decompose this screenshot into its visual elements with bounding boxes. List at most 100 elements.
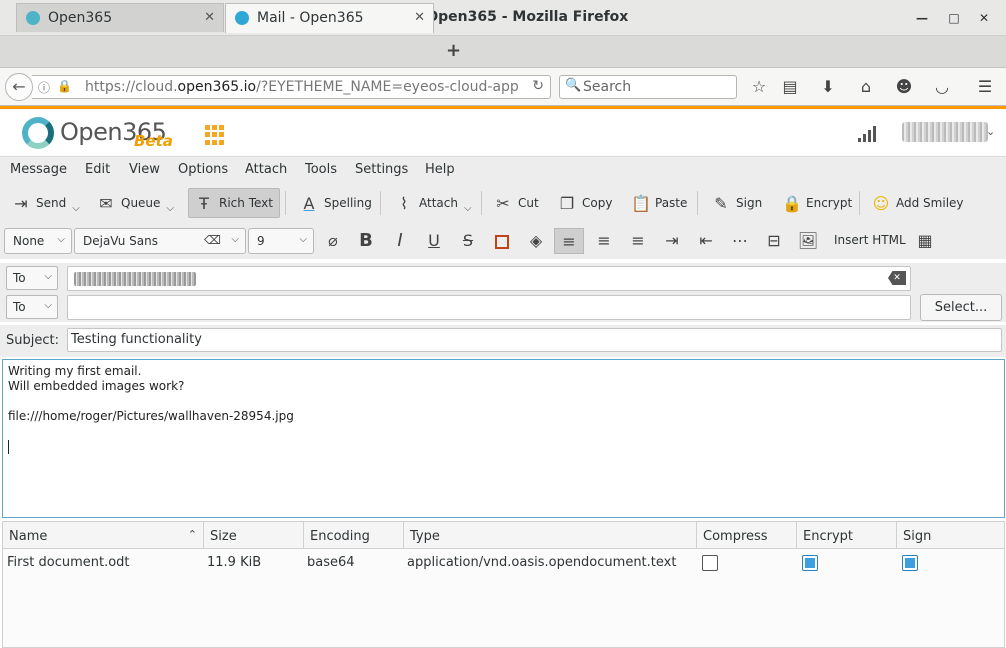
indent-icon[interactable]: ⇥ <box>657 228 687 254</box>
select-recipients-button[interactable]: Select... <box>920 294 1002 321</box>
column-header-size[interactable]: Size <box>204 522 304 549</box>
search-input[interactable]: 🔍 Search <box>559 75 737 99</box>
insert-table-icon[interactable]: ▦ <box>910 228 940 254</box>
paste-button[interactable]: 📋 Paste <box>625 188 693 218</box>
rich-text-button[interactable]: Ŧ Rich Text <box>188 188 280 218</box>
column-header-encrypt[interactable]: Encrypt <box>797 522 897 549</box>
nav-bar: ⓘ 🔒 https://cloud.open365.io/?EYETHEME_N… <box>0 68 1006 106</box>
reload-icon[interactable]: ↻ <box>532 78 544 94</box>
column-header-sign[interactable]: Sign <box>897 522 1006 549</box>
subject-input[interactable]: Testing functionality <box>67 328 1002 352</box>
column-header-name[interactable]: Name ⌃ <box>3 522 204 549</box>
align-left-icon[interactable]: ≡ <box>554 228 584 254</box>
menu-edit[interactable]: Edit <box>85 162 110 177</box>
encrypt-label: Encrypt <box>806 196 853 210</box>
tab-close-icon[interactable]: ✕ <box>204 10 215 25</box>
info-icon[interactable]: ⓘ <box>38 79 50 96</box>
add-smiley-button[interactable]: ☺ Add Smiley <box>866 188 970 218</box>
insert-image-icon[interactable]: 🖼 <box>793 228 823 254</box>
encrypt-button[interactable]: 🔒 Encrypt <box>776 188 858 218</box>
hello-icon[interactable]: ☻ <box>894 77 914 97</box>
align-right-icon[interactable]: ≡ <box>623 228 653 254</box>
toolbar-separator <box>285 191 286 215</box>
bookmark-star-icon[interactable]: ☆ <box>749 77 769 97</box>
close-window-icon[interactable]: ✕ <box>976 10 992 26</box>
recipient-input[interactable]: ✕ <box>67 266 911 291</box>
downloads-icon[interactable]: ⬇ <box>818 77 838 97</box>
paragraph-style-select[interactable]: None ⌵ <box>4 228 72 254</box>
menu-attach[interactable]: Attach <box>245 162 287 177</box>
underline-icon[interactable]: U <box>419 228 449 254</box>
spelling-button[interactable]: A Spelling <box>294 188 378 218</box>
outdent-icon[interactable]: ⇤ <box>691 228 721 254</box>
column-header-type[interactable]: Type <box>404 522 697 549</box>
insert-link-icon[interactable]: ⊟ <box>759 228 789 254</box>
menu-help[interactable]: Help <box>425 162 455 177</box>
insert-html-button[interactable]: Insert HTML <box>834 233 906 247</box>
menu-view[interactable]: View <box>129 162 160 177</box>
queue-button[interactable]: ✉ Queue ⌵ <box>91 188 180 218</box>
hamburger-menu-icon[interactable]: ☰ <box>975 77 995 97</box>
clear-format-icon[interactable]: ⌀ <box>318 228 348 254</box>
pocket-icon[interactable]: ◡ <box>932 77 952 97</box>
bold-icon[interactable]: B <box>351 228 381 254</box>
lock-icon[interactable]: 🔒 <box>57 79 72 93</box>
tab-mail[interactable]: Mail - Open365 ✕ <box>225 3 434 33</box>
bookmarks-list-icon[interactable]: ▤ <box>780 77 800 97</box>
back-button[interactable]: ← <box>5 73 33 101</box>
attachment-type: application/vnd.oasis.opendocument.text <box>407 555 677 570</box>
apps-grid-icon[interactable] <box>205 125 225 145</box>
text-color-icon[interactable] <box>487 228 517 254</box>
send-button[interactable]: ⇥ Send ⌵ <box>6 188 86 218</box>
highlight-color-icon[interactable]: ◈ <box>521 228 551 254</box>
body-line: Writing my first email. <box>8 364 142 378</box>
chevron-down-icon[interactable]: ⌵ <box>72 203 80 214</box>
minimize-icon[interactable]: — <box>914 10 930 26</box>
attach-button[interactable]: ⌇ Attach ⌵ <box>389 188 478 218</box>
copy-button[interactable]: ❐ Copy <box>552 188 618 218</box>
message-body-editor[interactable]: Writing my first email. Will embedded im… <box>2 359 1005 518</box>
chevron-down-icon: ⌵ <box>57 234 65 245</box>
new-tab-icon[interactable]: + <box>446 40 461 61</box>
home-icon[interactable]: ⌂ <box>856 77 876 97</box>
clear-icon[interactable]: ⌫ <box>204 233 221 247</box>
menu-tools[interactable]: Tools <box>305 162 337 177</box>
menu-message[interactable]: Message <box>10 162 67 177</box>
main-toolbar: ⇥ Send ⌵ ✉ Queue ⌵ Ŧ Rich Text A Spellin… <box>0 183 1006 223</box>
encrypt-checkbox[interactable] <box>802 555 818 571</box>
chevron-down-icon[interactable]: ⌵ <box>464 203 472 214</box>
url-bar[interactable]: ⓘ 🔒 https://cloud.open365.io/?EYETHEME_N… <box>32 75 551 99</box>
paste-label: Paste <box>655 196 688 210</box>
font-family-value: DejaVu Sans <box>83 234 158 248</box>
tab-open365[interactable]: Open365 ✕ <box>16 3 224 32</box>
compress-checkbox[interactable] <box>702 555 718 571</box>
strikethrough-icon[interactable]: S <box>453 228 483 254</box>
recipient-type-select[interactable]: To ⌵ <box>6 295 58 319</box>
url-text[interactable]: https://cloud.open365.io/?EYETHEME_NAME=… <box>85 79 519 95</box>
sign-checkbox[interactable] <box>902 555 918 571</box>
horizontal-rule-icon[interactable]: ⋯ <box>725 228 755 254</box>
align-center-icon[interactable]: ≡ <box>589 228 619 254</box>
menu-settings[interactable]: Settings <box>355 162 408 177</box>
maximize-icon[interactable]: □ <box>946 10 962 26</box>
font-size-select[interactable]: 9 ⌵ <box>248 228 314 254</box>
sign-button[interactable]: ✎ Sign <box>706 188 768 218</box>
menu-options[interactable]: Options <box>178 162 228 177</box>
chevron-down-icon: ⌵ <box>44 271 52 282</box>
clear-icon[interactable]: ✕ <box>888 271 906 285</box>
chevron-down-icon[interactable]: ⌵ <box>166 203 174 214</box>
italic-icon[interactable]: I <box>385 228 415 254</box>
user-name-redacted[interactable] <box>902 122 988 142</box>
recipient-type-select[interactable]: To ⌵ <box>6 266 58 290</box>
chevron-down-icon[interactable]: ⌄ <box>986 125 995 138</box>
column-header-encoding[interactable]: Encoding <box>304 522 404 549</box>
recipient-input[interactable] <box>67 295 911 320</box>
column-header-compress[interactable]: Compress <box>697 522 797 549</box>
format-toolbar: None ⌵ DejaVu Sans ⌫ ⌵ 9 ⌵ ⌀ B I U S ◈ ≡… <box>0 223 1006 259</box>
cut-button[interactable]: ✂ Cut <box>488 188 545 218</box>
font-family-select[interactable]: DejaVu Sans ⌫ ⌵ <box>74 228 246 254</box>
search-placeholder: Search <box>583 79 632 95</box>
tab-close-icon[interactable]: ✕ <box>414 10 425 25</box>
toolbar-separator <box>697 191 698 215</box>
text-format-icon: Ŧ <box>199 193 209 213</box>
